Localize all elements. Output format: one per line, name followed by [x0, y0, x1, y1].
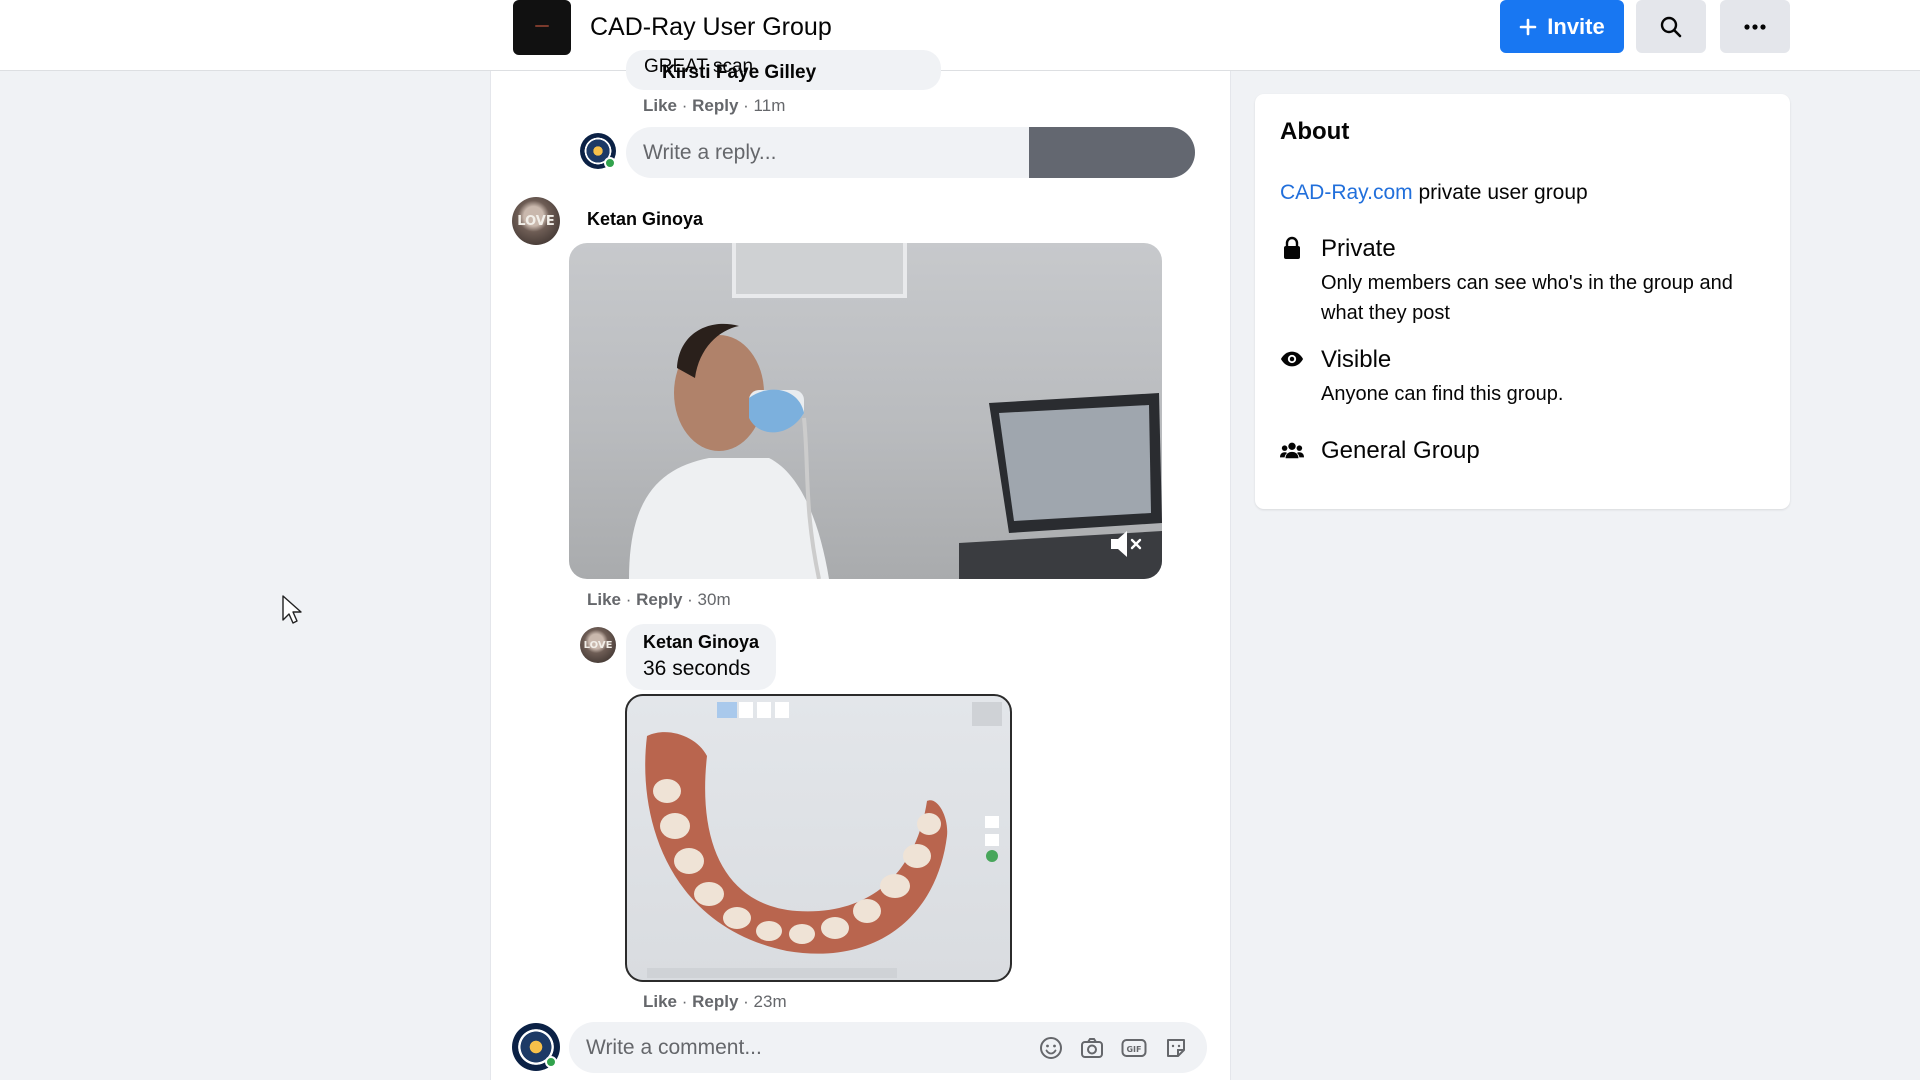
reply-link[interactable]: Reply	[692, 992, 738, 1011]
scan-image-attachment[interactable]	[625, 694, 1012, 982]
reply-author[interactable]: Ketan Ginoya	[643, 632, 759, 653]
avatar[interactable]: LOVE	[580, 627, 616, 663]
reply-box	[626, 127, 1195, 178]
previous-comment-author[interactable]: Kirsti Faye Gilley	[662, 62, 816, 84]
reply-actions: Like · Reply · 23m	[643, 992, 787, 1011]
svg-text:LOVE: LOVE	[517, 214, 554, 229]
invite-button[interactable]: Invite	[1500, 0, 1624, 53]
video-person	[629, 323, 829, 579]
about-description-text: private user group	[1412, 181, 1588, 204]
plus-icon	[1519, 18, 1537, 35]
visibility-title: Visible	[1321, 346, 1392, 373]
video-attachment[interactable]	[569, 243, 1162, 579]
online-status-dot	[545, 1056, 557, 1068]
like-link[interactable]: Like	[643, 96, 677, 115]
visibility-description: Anyone can find this group.	[1321, 383, 1564, 405]
comment-time[interactable]: 23m	[754, 992, 787, 1011]
more-options-button[interactable]	[1720, 0, 1790, 53]
top-header: CAD-Ray User Group Invite	[0, 0, 1920, 71]
like-link[interactable]: Like	[643, 992, 677, 1011]
reply-input[interactable]	[626, 127, 1016, 178]
online-status-dot	[604, 157, 616, 169]
camera-icon[interactable]	[1078, 1034, 1105, 1061]
comment-input[interactable]	[569, 1022, 1009, 1073]
reply-box-overlay	[1029, 127, 1195, 178]
avatar[interactable]: LOVE	[512, 197, 560, 245]
like-link[interactable]: Like	[587, 590, 621, 609]
group-icon	[1280, 438, 1304, 462]
comment-author[interactable]: Ketan Ginoya	[587, 209, 703, 230]
comment-box: GIF	[569, 1022, 1207, 1073]
reply-link[interactable]: Reply	[692, 96, 738, 115]
avatar-image: LOVE	[517, 214, 554, 229]
group-title[interactable]: CAD-Ray User Group	[590, 12, 832, 42]
mouse-cursor-icon	[282, 595, 302, 624]
wall-frame	[732, 243, 907, 298]
search-button[interactable]	[1636, 0, 1706, 53]
avatar-image: LOVE	[584, 640, 613, 651]
emoji-icon[interactable]	[1037, 1034, 1064, 1061]
svg-text:GIF: GIF	[1126, 1045, 1141, 1054]
gif-icon[interactable]: GIF	[1120, 1034, 1147, 1061]
group-type: General Group	[1321, 437, 1480, 464]
comment-time[interactable]: 30m	[698, 590, 731, 609]
group-logo[interactable]	[513, 0, 571, 55]
invite-label: Invite	[1547, 13, 1605, 39]
website-link[interactable]: CAD-Ray.com	[1280, 181, 1413, 204]
reply-link[interactable]: Reply	[636, 590, 682, 609]
reply-text: 36 seconds	[643, 657, 751, 680]
video-comment-actions: Like · Reply · 30m	[587, 590, 731, 609]
previous-comment-actions: Like · Reply · 11m	[643, 96, 786, 115]
comment-time[interactable]: 11m	[754, 96, 786, 115]
about-title: About	[1280, 118, 1350, 145]
volume-muted-icon[interactable]	[1109, 529, 1143, 559]
eye-icon	[1280, 347, 1304, 371]
about-card: About CAD-Ray.com private user group Pri…	[1255, 94, 1790, 509]
more-icon	[1744, 23, 1766, 30]
search-icon	[1660, 16, 1682, 37]
privacy-description: Only members can see who's in the group …	[1321, 272, 1733, 324]
svg-text:LOVE: LOVE	[584, 640, 613, 651]
lock-icon	[1280, 236, 1304, 260]
privacy-title: Private	[1321, 235, 1396, 262]
dental-scan-image	[645, 702, 1002, 978]
about-description: CAD-Ray.com private user group	[1280, 181, 1588, 205]
previous-comment-bubble: Kirsti Faye Gilley GREAT scan	[626, 50, 941, 90]
reply-bubble: Ketan Ginoya 36 seconds	[626, 624, 776, 690]
sticker-icon[interactable]	[1162, 1034, 1189, 1061]
